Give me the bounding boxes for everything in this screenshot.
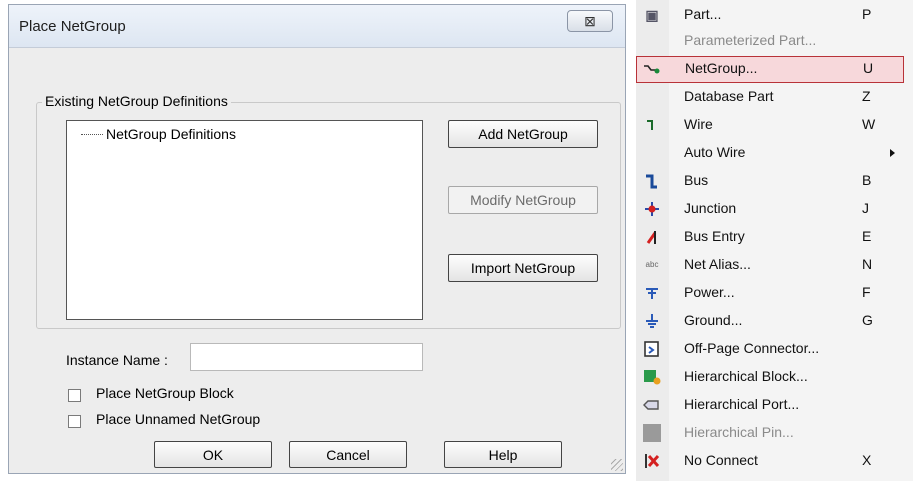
menu-item-hierarchical-pin[interactable]: Hierarchical Pin... <box>636 420 904 447</box>
menu-item-net-alias[interactable]: abc Net Alias... N <box>636 252 904 279</box>
menu-item-wire[interactable]: Wire W <box>636 112 904 139</box>
hierarchical-block-icon <box>643 368 661 386</box>
menu-item-label: Auto Wire <box>684 144 746 160</box>
place-netgroup-dialog: Place NetGroup ⊠ Existing NetGroup Defin… <box>8 4 626 474</box>
add-netgroup-button[interactable]: Add NetGroup <box>448 120 598 148</box>
dialog-titlebar[interactable]: Place NetGroup ⊠ <box>9 5 625 48</box>
menu-item-shortcut: W <box>862 116 876 132</box>
tree-connector <box>81 134 103 135</box>
menu-item-label: Bus Entry <box>684 228 745 244</box>
ok-button[interactable]: OK <box>154 441 272 468</box>
menu-item-ground[interactable]: Ground... G <box>636 308 904 335</box>
cancel-button[interactable]: Cancel <box>289 441 407 468</box>
power-icon <box>643 284 661 302</box>
place-unnamed-netgroup-checkbox[interactable] <box>68 415 81 428</box>
menu-item-shortcut: E <box>862 228 872 244</box>
resize-grip[interactable] <box>611 459 623 471</box>
netgroup-icon <box>643 60 661 78</box>
hierarchical-port-icon <box>643 396 661 414</box>
menu-item-label: Bus <box>684 172 709 188</box>
menu-item-label: Parameterized Part... <box>684 32 817 48</box>
menu-item-database-part[interactable]: Database Part Z <box>636 84 904 111</box>
existing-definitions-label: Existing NetGroup Definitions <box>42 93 231 109</box>
bus-entry-icon <box>643 228 661 246</box>
netgroup-tree[interactable]: NetGroup Definitions <box>66 120 423 320</box>
menu-item-shortcut: F <box>862 284 871 300</box>
menu-item-power[interactable]: Power... F <box>636 280 904 307</box>
menu-item-shortcut: Z <box>862 88 871 104</box>
menu-item-no-connect[interactable]: No Connect X <box>636 448 904 475</box>
menu-item-shortcut: X <box>862 452 872 468</box>
ground-icon <box>643 312 661 330</box>
junction-icon <box>643 200 661 218</box>
menu-item-label: Off-Page Connector... <box>684 340 820 356</box>
menu-item-netgroup[interactable]: NetGroup... U <box>636 56 904 83</box>
menu-item-shortcut: N <box>862 256 873 272</box>
menu-item-label: Power... <box>684 284 735 300</box>
menu-item-part[interactable]: ▣ Part... P <box>636 2 904 29</box>
menu-item-label: Hierarchical Block... <box>684 368 808 384</box>
hierarchical-pin-icon <box>643 424 661 442</box>
menu-item-shortcut: P <box>862 6 872 22</box>
wire-icon <box>643 116 661 134</box>
close-icon: ⊠ <box>584 13 596 29</box>
instance-name-label: Instance Name : <box>66 352 168 368</box>
menu-item-label: Net Alias... <box>684 256 751 272</box>
import-netgroup-button[interactable]: Import NetGroup <box>448 254 598 282</box>
menu-item-shortcut: B <box>862 172 872 188</box>
submenu-arrow-icon <box>890 149 895 157</box>
modify-netgroup-button[interactable]: Modify NetGroup <box>448 186 598 214</box>
place-menu: ▣ Part... P Parameterized Part... NetGro… <box>636 0 913 481</box>
menu-item-hierarchical-block[interactable]: Hierarchical Block... <box>636 364 904 391</box>
menu-item-label: Ground... <box>684 312 743 328</box>
menu-item-bus[interactable]: Bus B <box>636 168 904 195</box>
place-netgroup-block-label: Place NetGroup Block <box>96 385 234 401</box>
place-netgroup-block-checkbox[interactable] <box>68 389 81 402</box>
menu-item-label: Wire <box>684 116 713 132</box>
menu-item-shortcut: J <box>862 200 869 216</box>
menu-item-junction[interactable]: Junction J <box>636 196 904 223</box>
instance-name-input[interactable] <box>190 343 423 371</box>
menu-item-label: Hierarchical Pin... <box>684 424 794 440</box>
menu-item-shortcut: G <box>862 312 873 328</box>
menu-item-label: Part... <box>684 6 722 22</box>
menu-item-auto-wire[interactable]: Auto Wire <box>636 140 904 167</box>
menu-item-label: No Connect <box>684 452 758 468</box>
menu-item-label: Hierarchical Port... <box>684 396 800 412</box>
part-icon: ▣ <box>645 7 659 23</box>
menu-item-hierarchical-port[interactable]: Hierarchical Port... <box>636 392 904 419</box>
dialog-title: Place NetGroup <box>19 18 126 35</box>
menu-item-bus-entry[interactable]: Bus Entry E <box>636 224 904 251</box>
place-unnamed-netgroup-label: Place Unnamed NetGroup <box>96 411 261 427</box>
close-button[interactable]: ⊠ <box>567 10 613 32</box>
bus-icon <box>643 172 661 190</box>
menu-item-shortcut: U <box>863 60 874 76</box>
tree-item-netgroup-definitions[interactable]: NetGroup Definitions <box>106 126 236 142</box>
menu-item-label: Database Part <box>684 88 774 104</box>
menu-item-off-page-connector[interactable]: Off-Page Connector... <box>636 336 904 363</box>
menu-item-label: Junction <box>684 200 737 216</box>
menu-item-label: NetGroup... <box>685 60 758 76</box>
help-button[interactable]: Help <box>444 441 562 468</box>
menu-item-parameterized-part[interactable]: Parameterized Part... <box>636 28 904 55</box>
net-alias-icon: abc <box>645 260 659 269</box>
no-connect-icon <box>643 452 661 470</box>
off-page-connector-icon <box>643 340 661 358</box>
